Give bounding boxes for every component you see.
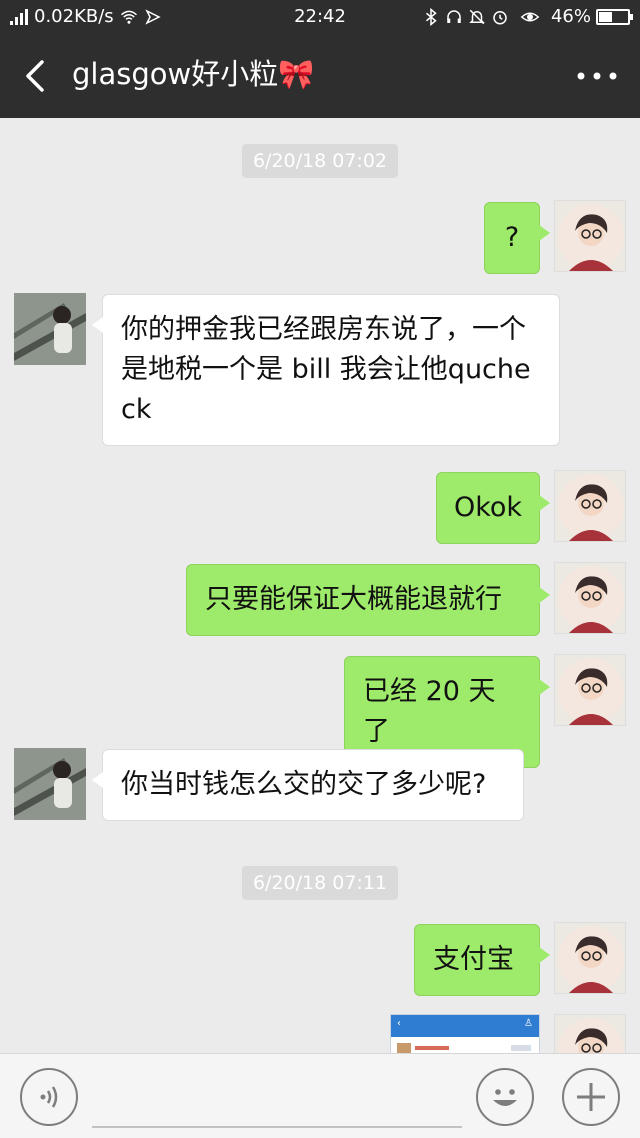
voice-button[interactable] [20, 1068, 78, 1126]
bluetooth-icon [426, 7, 437, 26]
message-bubble-received[interactable]: 你的押金我已经跟房东说了，一个是地税一个是 bill 我会让他qucheck [92, 294, 560, 446]
mute-icon [469, 9, 485, 24]
chat-header: glasgow好小粒🎀 [0, 34, 640, 118]
battery-percent: 46% [550, 6, 591, 27]
message-bubble-received[interactable]: 你当时钱怎么交的交了多少呢? [92, 749, 524, 821]
image-content [397, 1043, 531, 1053]
plus-icon [577, 1083, 605, 1111]
avatar-contact[interactable] [14, 293, 86, 365]
eye-icon [520, 12, 540, 21]
avatar-contact[interactable] [14, 748, 86, 820]
headset-icon [447, 9, 461, 23]
message-bubble-sent[interactable]: 只要能保证大概能退就行 [186, 564, 550, 636]
timestamp: 6/20/18 07:11 [0, 866, 640, 900]
message-input[interactable] [92, 1126, 462, 1128]
avatar-self[interactable] [554, 562, 626, 634]
avatar-self[interactable] [554, 200, 626, 272]
message-bubble-sent[interactable]: ? [484, 202, 550, 274]
message-bubble-sent[interactable]: 支付宝 [414, 924, 550, 996]
more-options-button[interactable] [562, 1068, 620, 1126]
avatar-self[interactable] [554, 1014, 626, 1053]
alarm-icon [493, 10, 507, 24]
status-bar: 0.02KB/s 22:42 46% [0, 0, 640, 34]
thumb-back-icon: ‹ [397, 1018, 401, 1029]
avatar-self[interactable] [554, 470, 626, 542]
chat-title: glasgow好小粒🎀 [72, 57, 315, 91]
emoji-icon [493, 1089, 517, 1106]
message-bubble-sent[interactable]: Okok [436, 472, 550, 544]
battery-icon [596, 8, 633, 25]
voice-icon [40, 1086, 58, 1108]
message-list[interactable]: 6/20/18 07:02 ? 你的押金我已经跟房东说了，一个是地税一个是 bi… [0, 118, 640, 1053]
emoji-button[interactable] [476, 1068, 534, 1126]
avatar-self[interactable] [554, 922, 626, 994]
chevron-left-icon[interactable] [18, 56, 54, 96]
image-message-thumbnail[interactable]: ‹ ♙ [390, 1014, 540, 1053]
input-bar [0, 1053, 640, 1138]
more-dots-icon[interactable] [572, 56, 622, 96]
thumb-user-icon: ♙ [524, 1018, 533, 1029]
avatar-self[interactable] [554, 654, 626, 726]
timestamp: 6/20/18 07:02 [0, 144, 640, 178]
